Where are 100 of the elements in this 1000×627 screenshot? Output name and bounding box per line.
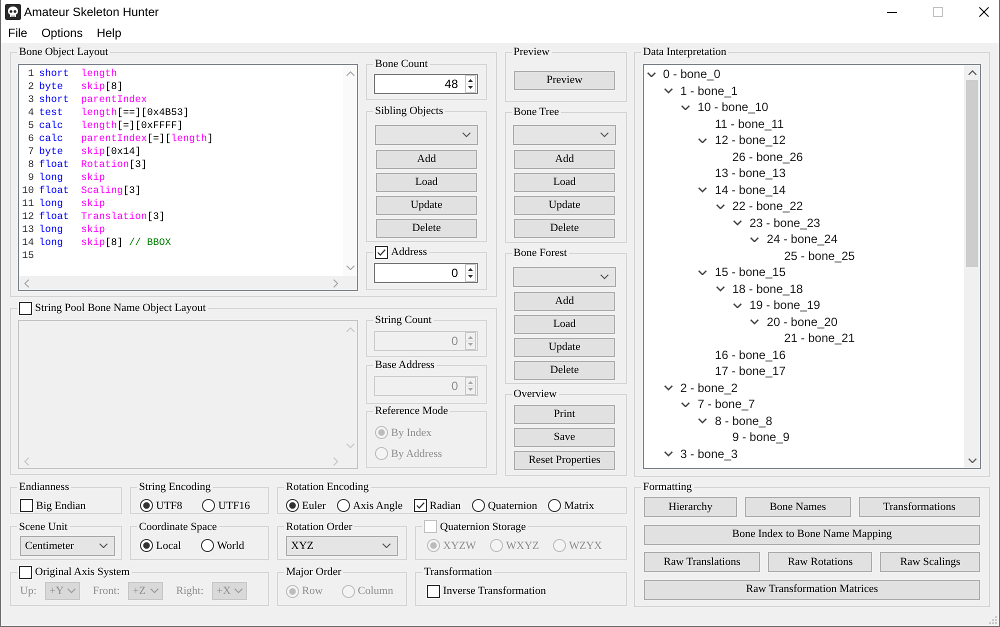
dropdown[interactable]: Centimeter [20,536,115,556]
option-label[interactable]: Euler [302,500,326,512]
chevron-down-icon[interactable] [716,204,725,209]
chevron-down-icon[interactable] [968,458,976,463]
update-button[interactable]: Update [376,196,477,215]
tree-item[interactable]: 23 - bone_23 [750,216,820,230]
raw-rotations-button[interactable]: Raw Rotations [768,552,872,572]
checkbox[interactable] [427,584,440,598]
load-button[interactable]: Load [514,173,615,192]
tree-item[interactable]: 26 - bone_26 [732,150,803,164]
tree-item[interactable]: 3 - bone_3 [680,446,738,461]
option-label[interactable]: Local [156,540,182,552]
tree-item[interactable]: 17 - bone_17 [714,364,786,378]
save-button[interactable]: Save [514,428,615,447]
tree-item[interactable]: 14 - bone_14 [714,182,786,197]
option-label[interactable]: Radian [430,500,461,512]
chevron-up-icon[interactable] [968,70,976,76]
checkbox[interactable] [20,499,33,512]
tree-item[interactable]: 15 - bone_15 [714,265,786,280]
tree-item[interactable]: 25 - bone_25 [784,248,855,263]
radio-button[interactable] [140,499,153,512]
chevron-down-icon[interactable] [750,319,760,324]
mapping-button[interactable]: Bone Index to Bone Name Mapping [644,524,980,544]
update-button[interactable]: Update [514,196,615,215]
radio-button[interactable] [375,426,388,439]
tree-item[interactable]: 0 - bone_0 [663,67,720,82]
raw-translations-button[interactable]: Raw Translations [644,552,760,572]
add-button[interactable]: Add [514,292,615,311]
option-label[interactable]: UTF8 [156,500,182,512]
number-field[interactable]: 48 [374,74,478,94]
load-button[interactable]: Load [514,315,615,334]
option-label[interactable]: UTF16 [218,500,250,512]
tree-item[interactable]: 7 - bone_7 [698,397,755,412]
tree-item[interactable]: 19 - bone_19 [750,298,820,312]
hierarchy-button[interactable]: Hierarchy [644,497,738,517]
close-icon[interactable] [979,7,989,17]
option-label[interactable]: World [217,540,244,552]
menu-item[interactable]: File [1,25,34,42]
dropdown[interactable]: XYZ [286,536,398,556]
tree-item[interactable]: 13 - bone_13 [714,166,786,180]
option-label[interactable]: Inverse Transformation [443,585,546,597]
tree-item[interactable]: 1 - bone_1 [680,84,738,98]
option-label[interactable]: Matrix [564,500,594,512]
option-label[interactable]: Quaternion [488,500,538,512]
chevron-down-icon[interactable] [733,220,742,226]
tree-item[interactable]: 2 - bone_2 [680,380,738,395]
add-button[interactable]: Add [514,150,615,169]
chevron-down-icon[interactable] [698,187,708,192]
radio-button[interactable] [286,499,299,512]
chevron-down-icon[interactable] [698,138,708,143]
load-button[interactable]: Load [376,173,477,192]
preview-button[interactable]: Preview [514,71,615,90]
bone-names-button[interactable]: Bone Names [745,497,851,517]
chevron-down-icon[interactable] [698,418,708,424]
radio-button[interactable] [472,499,485,512]
resize-grip-icon[interactable] [989,616,997,624]
chevron-down-icon[interactable] [664,88,673,94]
option-label[interactable]: Axis Angle [352,500,403,512]
transformations-button[interactable]: Transformations [858,497,980,517]
raw-matrices-button[interactable]: Raw Transformation Matrices [644,580,980,600]
scrollbar-thumb[interactable] [966,80,978,266]
spin-arrows-icon[interactable] [465,264,476,282]
checkbox[interactable] [375,246,388,258]
chevron-down-icon[interactable] [664,451,673,456]
delete-button[interactable]: Delete [376,219,477,238]
menu-item[interactable]: Options [34,25,90,42]
radio-button[interactable] [201,539,214,552]
print-button[interactable]: Print [514,405,615,424]
raw-scalings-button[interactable]: Raw Scalings [880,552,980,572]
tree-item[interactable]: 12 - bone_12 [714,133,786,148]
menu-item[interactable]: Help [90,25,128,42]
add-button[interactable]: Add [376,150,477,169]
radio-button[interactable] [140,539,153,552]
update-button[interactable]: Update [514,338,615,357]
tree-item[interactable]: 22 - bone_22 [732,199,803,214]
chevron-down-icon[interactable] [681,402,690,407]
chevron-down-icon[interactable] [698,270,708,275]
checkbox[interactable] [19,566,32,578]
number-field[interactable]: 0 [374,263,478,283]
checkbox[interactable] [19,302,32,314]
tree-item[interactable]: 21 - bone_21 [784,331,855,346]
delete-button[interactable]: Delete [514,361,615,380]
radio-button[interactable] [336,499,350,512]
tree-item[interactable]: 16 - bone_16 [714,348,786,362]
chevron-down-icon[interactable] [733,302,742,308]
tree-item[interactable]: 10 - bone_10 [698,100,768,114]
radio-button[interactable] [202,499,216,512]
spin-arrows-icon[interactable] [465,75,476,93]
tree-item[interactable]: 18 - bone_18 [732,282,803,296]
tree-item[interactable]: 24 - bone_24 [766,232,838,246]
checkbox[interactable] [414,499,427,512]
chevron-down-icon[interactable] [750,236,760,242]
option-label[interactable]: Big Endian [36,500,86,512]
code-editor[interactable] [18,64,358,291]
tree-item[interactable]: 11 - bone_11 [714,116,784,131]
tree-item[interactable]: 20 - bone_20 [766,314,838,329]
tree-item[interactable]: 8 - bone_8 [714,414,772,428]
chevron-down-icon[interactable] [646,72,656,77]
tree-item[interactable]: 9 - bone_9 [732,430,790,444]
scrollbar[interactable] [964,65,980,468]
